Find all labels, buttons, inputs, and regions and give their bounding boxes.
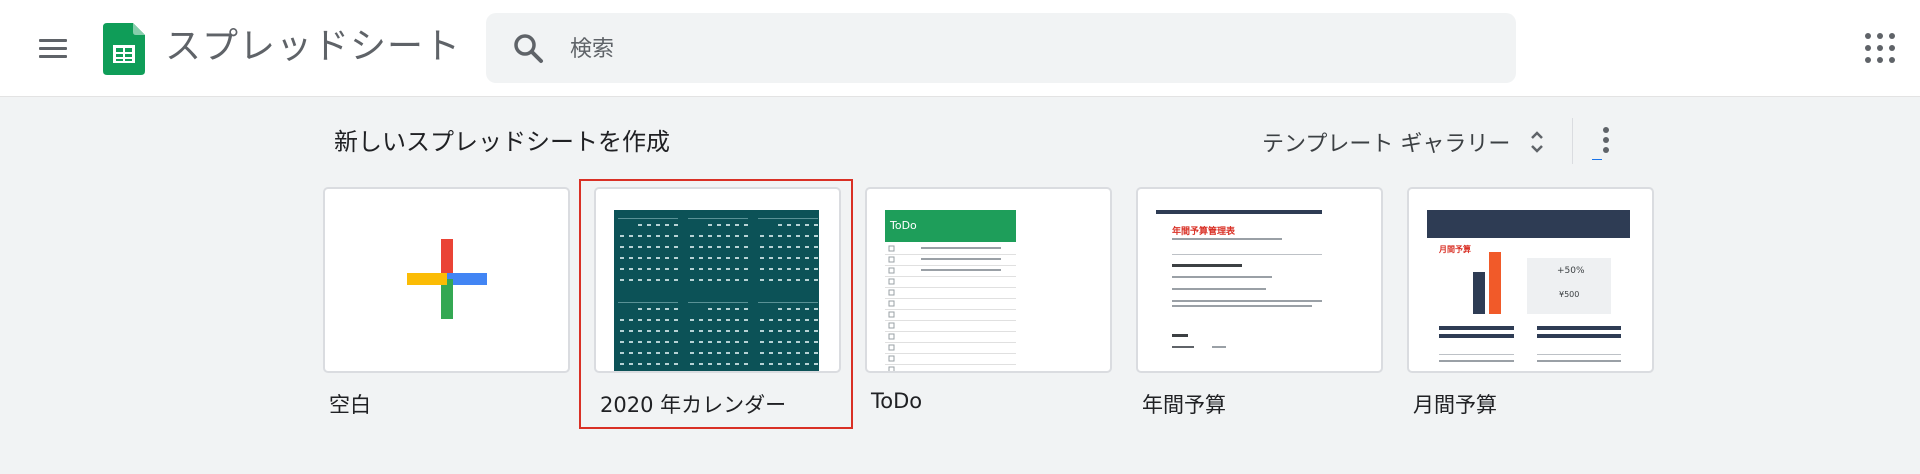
hamburger-menu-icon[interactable] <box>34 30 72 68</box>
sheets-logo-icon[interactable] <box>103 23 145 75</box>
monthly-budget-amount: ¥500 <box>1559 290 1580 299</box>
todo-preview-title: ToDo <box>885 210 1016 242</box>
template-monthly-budget[interactable]: 月間予算 +50% ¥500 月間予算 <box>1407 187 1654 419</box>
monthly-budget-graphic <box>1439 252 1621 362</box>
template-thumbnail[interactable]: ToDo <box>865 187 1112 373</box>
monthly-budget-preview: 月間予算 +50% ¥500 <box>1427 210 1634 371</box>
template-label: 月間予算 <box>1413 393 1497 417</box>
template-gallery-label: テンプレート ギャラリー <box>1262 132 1511 157</box>
template-annual-budget[interactable]: 年間予算管理表 年間予算 <box>1136 187 1383 419</box>
toolbar-divider <box>1572 118 1573 164</box>
more-vert-icon[interactable] <box>1592 122 1620 162</box>
annual-budget-preview: 年間予算管理表 <box>1156 210 1363 371</box>
template-gallery-button[interactable]: テンプレート ギャラリー <box>1262 122 1544 162</box>
google-apps-grid-icon[interactable] <box>1865 33 1895 63</box>
todo-preview: ToDo <box>885 210 1016 371</box>
monthly-budget-percent: +50% <box>1557 266 1585 276</box>
template-thumbnail[interactable] <box>323 187 570 373</box>
calendar-preview <box>614 210 819 371</box>
template-thumbnail[interactable]: 月間予算 +50% ¥500 <box>1407 187 1654 373</box>
todo-list-graphic <box>885 245 1016 371</box>
template-thumbnail[interactable]: 年間予算管理表 <box>1136 187 1383 373</box>
top-app-bar: スプレッドシート <box>0 0 1920 97</box>
calendar-grid-graphic <box>618 218 818 365</box>
template-label: 空白 <box>329 393 371 417</box>
template-blank[interactable]: 空白 <box>323 187 570 419</box>
search-icon[interactable] <box>512 32 544 64</box>
template-2020-calendar[interactable]: 2020 年カレンダー <box>594 187 841 419</box>
template-label: ToDo <box>871 389 923 413</box>
template-todo[interactable]: ToDo ToDo <box>865 187 1112 413</box>
search-input[interactable] <box>568 29 1472 69</box>
template-label: 年間予算 <box>1142 393 1226 417</box>
template-thumbnail[interactable] <box>594 187 841 373</box>
plus-icon <box>407 239 487 319</box>
app-title[interactable]: スプレッドシート <box>165 24 461 70</box>
annual-budget-text-graphic <box>1172 238 1322 348</box>
unfold-more-icon <box>1531 131 1544 153</box>
search-bar[interactable] <box>486 13 1516 83</box>
section-title: 新しいスプレッドシートを作成 <box>334 128 670 156</box>
template-label: 2020 年カレンダー <box>600 393 787 417</box>
